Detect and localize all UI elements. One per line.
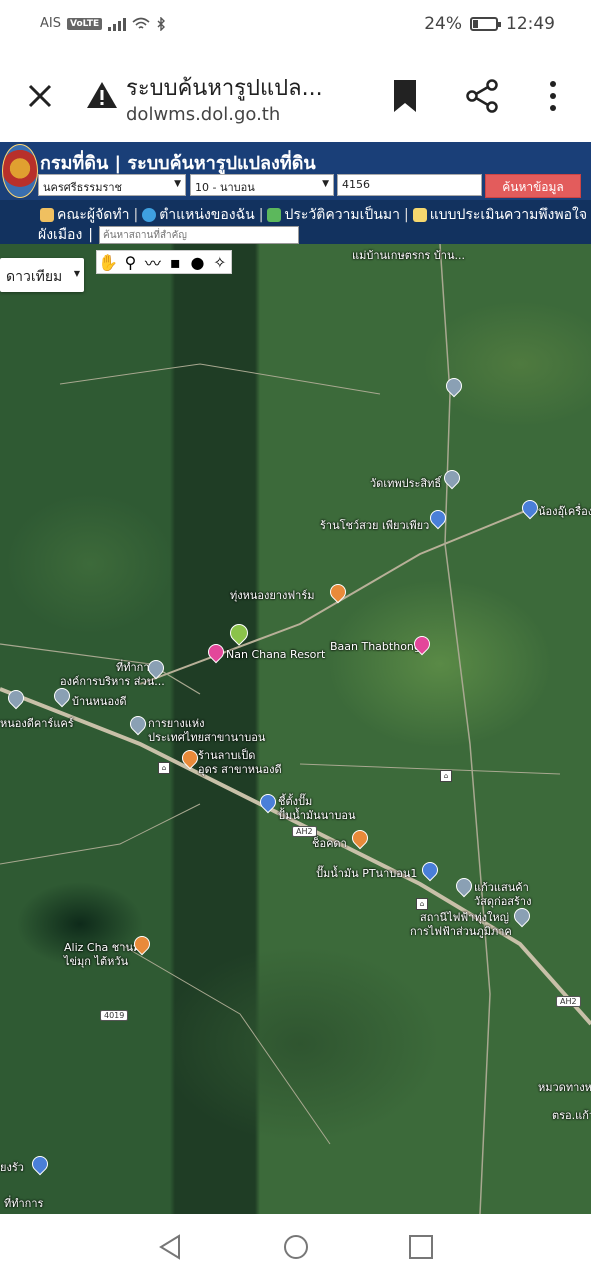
dropdown-arrow-icon: ▼ bbox=[322, 179, 329, 189]
menu-item-label: ตำแหน่งของฉัน bbox=[159, 207, 255, 223]
globe-icon bbox=[142, 208, 157, 222]
map-label: ปั๊มน้ำมัน PTนาบอน1 bbox=[316, 867, 418, 880]
more-options-icon[interactable] bbox=[540, 78, 566, 114]
map-label: แม่บ้านเกษตรกร บ้าน... bbox=[352, 249, 465, 262]
place-search-input[interactable] bbox=[99, 226, 300, 244]
battery-icon bbox=[470, 17, 501, 31]
polyline-icon[interactable]: 〰 bbox=[145, 254, 161, 273]
page-title: ระบบค้นหารูปแปล... bbox=[126, 76, 323, 101]
battery-percent: 24% bbox=[424, 14, 462, 34]
map-type-select[interactable]: ดาวเทียม ▼ bbox=[0, 258, 84, 292]
status-bar: AIS VoLTE 24% 12:49 bbox=[0, 0, 591, 52]
map-label: ประเทศไทยสาขานาบอน bbox=[148, 731, 266, 744]
map-label: ปั้มน้ำมันนาบอน bbox=[278, 809, 356, 822]
site-menu: คณะผู้จัดทำ | ตำแหน่งของฉัน | ประวัติควา… bbox=[0, 200, 591, 244]
parcel-number-input[interactable]: 4156 bbox=[337, 174, 482, 196]
map-label: อุดร สาขาหนองดี bbox=[198, 763, 282, 776]
parcel-number-value: 4156 bbox=[342, 178, 370, 191]
menu-item-city-plan[interactable]: ผังเมือง bbox=[38, 224, 82, 246]
menu-item-team[interactable]: คณะผู้จัดทำ bbox=[40, 204, 129, 226]
web-content: กรมที่ดิน | ระบบค้นหารูปแปลงที่ดิน นครศร… bbox=[0, 142, 591, 1214]
menu-item-my-location[interactable]: ตำแหน่งของฉัน bbox=[142, 204, 255, 226]
menu-item-label: แบบประเมินความพึงพอใจ bbox=[429, 207, 588, 223]
map-label: หนองดีคาร์แคร์ bbox=[0, 717, 74, 730]
signal-icon bbox=[108, 17, 127, 31]
form-icon bbox=[412, 208, 427, 222]
menu-item-history[interactable]: ประวัติความเป็นมา bbox=[267, 204, 400, 226]
satellite-map[interactable]: ดาวเทียม ▼ ✋ ⚲ 〰 ▪ ● ✧ แม่บ้านเกษตรกร บ้า… bbox=[0, 244, 591, 1214]
marker-icon[interactable]: ⚲ bbox=[122, 253, 138, 272]
menu-item-survey[interactable]: แบบประเมินความพึงพอใจ bbox=[412, 204, 588, 226]
share-icon[interactable] bbox=[464, 78, 500, 114]
menu-separator: | bbox=[88, 227, 94, 243]
department-logo bbox=[2, 144, 38, 198]
bookmark-icon[interactable] bbox=[390, 78, 420, 114]
map-label: การไฟฟ้าส่วนภูมิภาค bbox=[410, 925, 512, 938]
map-label: วัดเทพประสิทธิ์ bbox=[370, 477, 442, 490]
map-label: ทุ่งหนองยางฟาร์ม bbox=[230, 589, 315, 602]
draw-toolbar: ✋ ⚲ 〰 ▪ ● ✧ bbox=[96, 250, 232, 274]
recents-icon[interactable] bbox=[406, 1232, 436, 1262]
dropdown-arrow-icon: ▼ bbox=[73, 269, 80, 278]
warning-icon[interactable] bbox=[86, 80, 118, 110]
road-shield-ah2: AH2 bbox=[556, 996, 581, 1007]
hand-icon[interactable]: ✋ bbox=[98, 253, 118, 272]
road-shield-4019: 4019 bbox=[100, 1010, 129, 1021]
district-select-value: 10 - นาบอน bbox=[195, 181, 255, 194]
wifi-icon bbox=[132, 17, 150, 29]
system-navigation-bar bbox=[0, 1214, 591, 1280]
circle-icon[interactable]: ● bbox=[189, 253, 205, 272]
road-overlay bbox=[0, 244, 591, 1214]
clock: 12:49 bbox=[506, 14, 555, 34]
map-label: หมวดทางห bbox=[538, 1081, 591, 1094]
province-select-value: นครศรีธรรมราช bbox=[43, 181, 123, 194]
map-label: น้องอุ๊เครื่อง bbox=[538, 505, 591, 518]
road-marker-icon: ⌂ bbox=[440, 770, 452, 782]
district-select[interactable]: 10 - นาบอน ▼ bbox=[190, 174, 334, 196]
search-button[interactable]: ค้นหาข้อมูล bbox=[485, 174, 581, 198]
close-icon[interactable] bbox=[22, 78, 58, 114]
site-header: กรมที่ดิน | ระบบค้นหารูปแปลงที่ดิน นครศร… bbox=[0, 142, 591, 200]
page-url[interactable]: dolwms.dol.go.th bbox=[126, 104, 280, 125]
map-label: ตรอ.แก้ว bbox=[552, 1109, 591, 1122]
map-label: ยงรัว bbox=[0, 1161, 24, 1174]
site-title: กรมที่ดิน | ระบบค้นหารูปแปลงที่ดิน bbox=[40, 153, 316, 174]
map-label: Baan Thabthong bbox=[330, 640, 421, 653]
rectangle-icon[interactable]: ▪ bbox=[167, 253, 183, 272]
home-icon[interactable] bbox=[281, 1232, 311, 1262]
plant-icon bbox=[267, 208, 282, 222]
map-label: ไข่มุก ไต้หวัน bbox=[64, 955, 129, 968]
map-label: Nan Chana Resort bbox=[226, 648, 326, 661]
volte-badge: VoLTE bbox=[66, 17, 103, 30]
browser-toolbar: ระบบค้นหารูปแปล... dolwms.dol.go.th bbox=[0, 52, 591, 142]
road-marker-icon: ⌂ bbox=[158, 762, 170, 774]
people-icon bbox=[40, 208, 54, 222]
back-icon[interactable] bbox=[155, 1232, 185, 1262]
dropdown-arrow-icon: ▼ bbox=[174, 179, 181, 189]
menu-item-label: คณะผู้จัดทำ bbox=[57, 207, 130, 223]
map-label: ร้านโชว์สวย เพียวเพียว bbox=[320, 519, 430, 532]
bluetooth-icon bbox=[157, 16, 166, 31]
map-label: ที่ทำการ bbox=[4, 1197, 44, 1210]
carrier-label: AIS bbox=[40, 16, 61, 31]
map-label: บ้านหนองดี bbox=[72, 695, 127, 708]
map-type-value: ดาวเทียม bbox=[6, 269, 63, 285]
menu-item-label: ประวัติความเป็นมา bbox=[284, 207, 400, 223]
polygon-icon[interactable]: ✧ bbox=[212, 253, 228, 272]
map-label: องค์การบริหาร ส่วน... bbox=[60, 675, 165, 688]
map-label: ช็อคดา bbox=[312, 837, 347, 850]
province-select[interactable]: นครศรีธรรมราช ▼ bbox=[38, 174, 186, 196]
